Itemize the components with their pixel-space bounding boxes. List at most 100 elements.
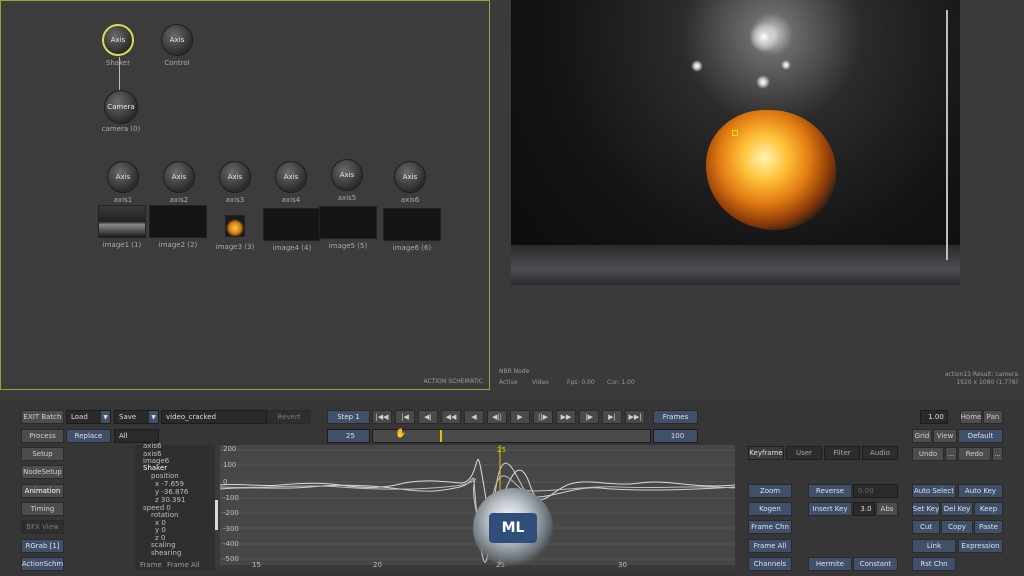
channels-button[interactable]: Channels bbox=[748, 557, 792, 571]
process-button[interactable]: Process bbox=[21, 429, 64, 443]
transport-button[interactable]: ▶▶| bbox=[625, 410, 645, 424]
node-setup-button[interactable]: NodeSetup bbox=[21, 465, 64, 479]
axis-node-axis3[interactable]: Axis bbox=[219, 161, 251, 193]
image-node-thumbnail[interactable] bbox=[263, 208, 321, 241]
axis-node-axis1[interactable]: Axis bbox=[107, 161, 139, 193]
redo-button[interactable]: Redo bbox=[958, 447, 991, 461]
exit-batch-button[interactable]: EXIT Batch bbox=[21, 410, 64, 424]
redo-list-button[interactable]: ... bbox=[992, 447, 1003, 461]
zoom-value-field[interactable]: 1.00 bbox=[920, 410, 948, 424]
link-button[interactable]: Link bbox=[912, 539, 956, 553]
bfx-view-button[interactable]: BFX View bbox=[21, 520, 64, 534]
frame-all-button[interactable]: Frame All bbox=[748, 539, 792, 553]
key-value-field[interactable]: 0.00 bbox=[853, 484, 898, 498]
transport-button[interactable]: ▶ bbox=[510, 410, 530, 424]
frame-button[interactable]: Frame bbox=[140, 561, 162, 569]
frame-chn-button[interactable]: Frame Chn bbox=[748, 520, 792, 534]
view-button[interactable]: View bbox=[933, 429, 957, 443]
animation-button[interactable]: Animation bbox=[21, 484, 64, 498]
rgrab-button[interactable]: RGrab [1] bbox=[21, 539, 64, 553]
timing-button[interactable]: Timing bbox=[21, 502, 64, 516]
tree-item[interactable]: axis6 bbox=[143, 442, 161, 450]
expression-button[interactable]: Expression bbox=[958, 539, 1003, 553]
image-node-thumbnail[interactable] bbox=[225, 215, 245, 237]
grid-button[interactable]: Grid bbox=[912, 429, 932, 443]
transport-button[interactable]: ◀| bbox=[418, 410, 438, 424]
timeline-scrubber[interactable]: ✋ bbox=[372, 429, 651, 443]
viewer-panel[interactable]: NBR Node Active Video Fps: 0.00 Cur: 1.0… bbox=[492, 0, 1024, 390]
axis-node-axis5[interactable]: Axis bbox=[331, 159, 363, 191]
axis-manipulator-handle[interactable] bbox=[732, 130, 738, 136]
frames-selector[interactable]: Frames bbox=[653, 410, 698, 424]
insert-key-button[interactable]: Insert Key bbox=[808, 502, 852, 516]
undo-button[interactable]: Undo bbox=[912, 447, 944, 461]
tree-value[interactable]: x -7.659 bbox=[155, 480, 184, 488]
transport-button[interactable]: |◀◀ bbox=[372, 410, 392, 424]
tree-value[interactable]: y 0 bbox=[155, 526, 166, 534]
tree-scrollbar[interactable] bbox=[215, 500, 218, 530]
zoom-button[interactable]: Zoom bbox=[748, 484, 792, 498]
channel-tree[interactable]: axis6 axis6 image6 Shaker position x -7.… bbox=[135, 442, 218, 570]
axis-node-control[interactable]: Axis bbox=[161, 24, 193, 56]
reverse-button[interactable]: Reverse bbox=[808, 484, 852, 498]
transport-button[interactable]: ◀ bbox=[464, 410, 484, 424]
transport-button[interactable]: ||▶ bbox=[533, 410, 553, 424]
pan-button[interactable]: Pan bbox=[983, 410, 1003, 424]
revert-button[interactable]: Revert bbox=[267, 410, 311, 424]
end-frame-field[interactable]: 100 bbox=[653, 429, 698, 443]
result-viewport[interactable] bbox=[511, 0, 960, 285]
image-node-thumbnail[interactable] bbox=[383, 208, 441, 241]
transport-button[interactable]: ◀|| bbox=[487, 410, 507, 424]
cut-button[interactable]: Cut bbox=[912, 520, 940, 534]
axis-node-axis6[interactable]: Axis bbox=[394, 161, 426, 193]
action-schematic-button[interactable]: ActionSchm bbox=[21, 557, 64, 571]
all-selector[interactable]: All bbox=[114, 429, 159, 443]
transport-button[interactable]: ▶▶ bbox=[556, 410, 576, 424]
paste-button[interactable]: Paste bbox=[974, 520, 1003, 534]
key-count-field[interactable]: 3.0 bbox=[853, 502, 875, 516]
axis-node-axis2[interactable]: Axis bbox=[163, 161, 195, 193]
undo-list-button[interactable]: ... bbox=[945, 447, 957, 461]
abs-button[interactable]: Abs bbox=[876, 502, 898, 516]
tree-value[interactable]: z 30.391 bbox=[155, 496, 185, 504]
tree-item-position[interactable]: position bbox=[151, 472, 179, 480]
replace-button[interactable]: Replace bbox=[66, 429, 111, 443]
tree-item[interactable]: scaling bbox=[151, 541, 176, 549]
transport-button[interactable]: |◀ bbox=[395, 410, 415, 424]
image-node-thumbnail[interactable] bbox=[319, 206, 377, 239]
load-dropdown[interactable]: Load ▼ bbox=[66, 410, 111, 424]
tab-filter[interactable]: Filter bbox=[824, 446, 860, 460]
tree-item[interactable]: rotation bbox=[151, 511, 178, 519]
schematic-view[interactable]: Axis Shaker Axis Control Camera camera (… bbox=[0, 0, 490, 390]
image-node-thumbnail[interactable] bbox=[98, 205, 146, 238]
setup-name-field[interactable]: video_cracked bbox=[161, 410, 267, 424]
kogen-button[interactable]: Kogen bbox=[748, 502, 792, 516]
tree-item-shaker[interactable]: Shaker bbox=[143, 464, 167, 472]
keep-button[interactable]: Keep bbox=[974, 502, 1003, 516]
default-button[interactable]: Default bbox=[958, 429, 1003, 443]
copy-button[interactable]: Copy bbox=[941, 520, 973, 534]
home-button[interactable]: Home bbox=[960, 410, 982, 424]
tree-value[interactable]: y -36.876 bbox=[155, 488, 188, 496]
tree-item[interactable]: shearing bbox=[151, 549, 181, 557]
axis-node-shaker[interactable]: Axis bbox=[102, 24, 134, 56]
frame-all-button[interactable]: Frame All bbox=[167, 561, 200, 569]
del-key-button[interactable]: Del Key bbox=[941, 502, 973, 516]
axis-node-axis4[interactable]: Axis bbox=[275, 161, 307, 193]
auto-key-button[interactable]: Auto Key bbox=[958, 484, 1003, 498]
tab-user[interactable]: User bbox=[786, 446, 822, 460]
transport-button[interactable]: ◀◀ bbox=[441, 410, 461, 424]
tab-keyframe[interactable]: Keyframe bbox=[748, 446, 784, 460]
transport-button[interactable]: ▶| bbox=[602, 410, 622, 424]
image-node-thumbnail[interactable] bbox=[149, 205, 207, 238]
hermite-button[interactable]: Hermite bbox=[808, 557, 852, 571]
set-key-button[interactable]: Set Key bbox=[912, 502, 940, 516]
current-frame-marker[interactable] bbox=[440, 430, 442, 442]
animation-curve-editor[interactable]: axis6 axis6 image6 Shaker position x -7.… bbox=[135, 442, 735, 570]
rst-chn-button[interactable]: Rst Chn bbox=[912, 557, 956, 571]
setup-button[interactable]: Setup bbox=[21, 447, 64, 461]
save-dropdown[interactable]: Save ▼ bbox=[114, 410, 159, 424]
auto-select-button[interactable]: Auto Select bbox=[912, 484, 956, 498]
transport-button[interactable]: |▶ bbox=[579, 410, 599, 424]
camera-node[interactable]: Camera bbox=[104, 90, 138, 124]
